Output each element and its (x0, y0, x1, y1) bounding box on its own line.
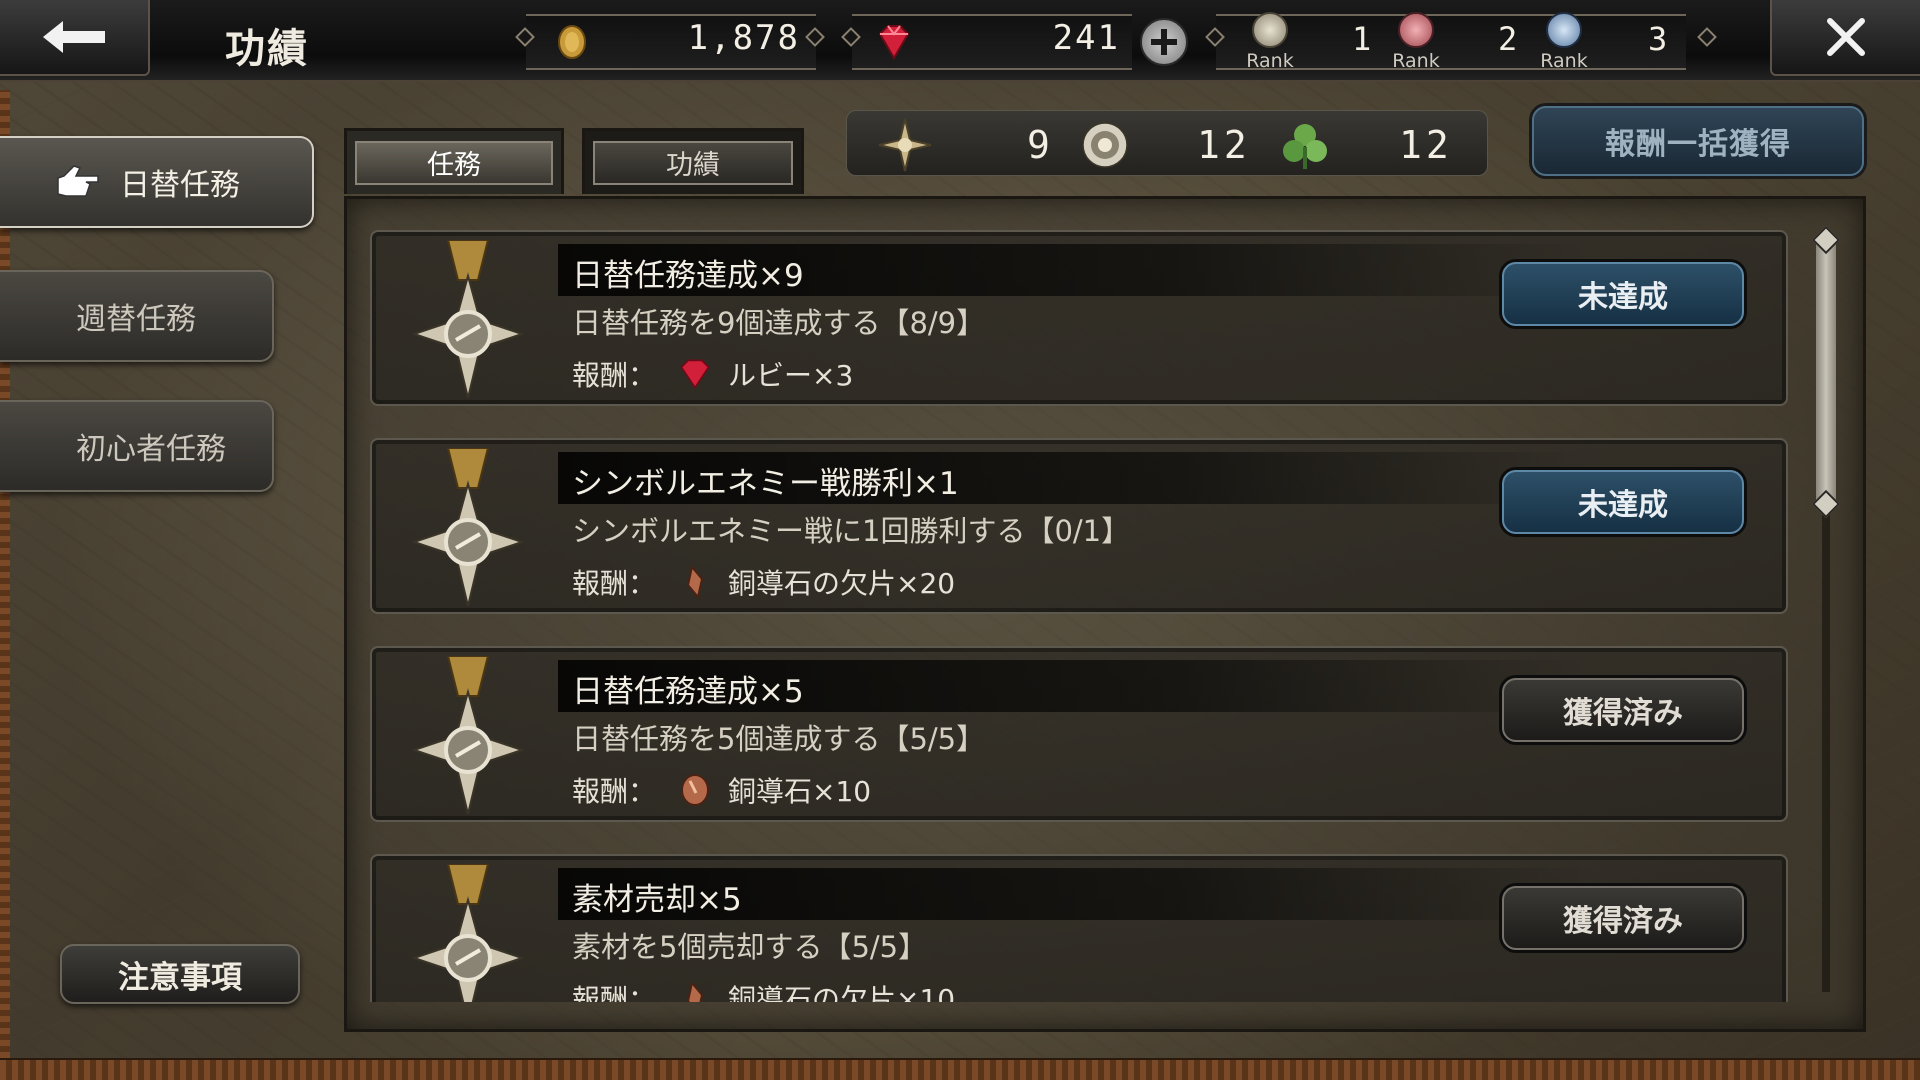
mission-description: シンボルエネミー戦に1回勝利する【0/1】 (572, 514, 1131, 548)
status-button[interactable]: 獲得済み (1502, 886, 1744, 950)
scrollbar-thumb[interactable] (1816, 240, 1836, 510)
reward-text: 銅導石の欠片×20 (728, 567, 956, 600)
tab-achievements[interactable]: 功績 (582, 128, 804, 194)
gold-value: 1,878 (687, 18, 800, 58)
status-button[interactable]: 獲得済み (1502, 678, 1744, 742)
status-button[interactable]: 未達成 (1502, 470, 1744, 534)
plus-icon (1151, 29, 1177, 55)
sidebar-item-label: 日替任務 (120, 168, 240, 203)
mission-title: 日替任務達成×9 (572, 258, 804, 294)
medal-icon (412, 656, 524, 815)
ruby-value: 241 (1052, 18, 1120, 58)
reward-text: 銅導石×10 (728, 775, 872, 808)
medal-icon (412, 448, 524, 607)
copper-stone-icon (681, 774, 710, 806)
close-icon (1827, 18, 1865, 56)
tab-label: 功績 (666, 150, 720, 181)
material-value: 12 (1399, 123, 1453, 167)
rank2-icon: Rank (1388, 12, 1444, 72)
mission-row: 日替任務達成×5 日替任務を5個達成する【5/5】 報酬： 銅導石×10 獲得済… (370, 646, 1788, 822)
sidebar-item-label: 週替任務 (76, 302, 196, 337)
status-button[interactable]: 未達成 (1502, 262, 1744, 326)
notes-button[interactable]: 注意事項 (60, 944, 300, 1004)
mission-description: 素材を5個売却する【5/5】 (572, 930, 928, 964)
ruby-icon (680, 359, 710, 390)
clover-icon (1283, 124, 1327, 169)
mission-row: 素材売却×5 素材を5個売却する【5/5】 報酬： 銅導石の欠片×10 獲得済み (370, 854, 1788, 1002)
sun-medal-icon (1082, 122, 1128, 168)
reward-text: ルビー×3 (728, 359, 854, 392)
materials-bar: 9 12 12 (846, 110, 1488, 176)
reward-label: 報酬： (572, 775, 657, 808)
material-value: 12 (1197, 123, 1251, 167)
mission-reward: 報酬： 銅導石×10 (572, 770, 871, 810)
rank1-value: 1 (1352, 20, 1372, 58)
tab-label: 任務 (427, 150, 481, 181)
medal-icon (412, 864, 524, 1002)
back-arrow-icon (43, 21, 105, 53)
medal-icon (412, 240, 524, 399)
rank3-value: 3 (1648, 20, 1668, 58)
mission-title: 日替任務達成×5 (572, 674, 804, 710)
mission-row: シンボルエネミー戦勝利×1 シンボルエネミー戦に1回勝利する【0/1】 報酬： … (370, 438, 1788, 614)
reward-label: 報酬： (572, 359, 657, 392)
material-value: 9 (1027, 123, 1054, 167)
reward-label: 報酬： (572, 983, 657, 1002)
mission-reward: 報酬： 銅導石の欠片×20 (572, 562, 955, 602)
ruby-icon (878, 25, 910, 60)
top-bar: 功績 1,878 241 Rank 1 Rank 2 Rank 3 (0, 0, 1920, 82)
mission-description: 日替任務を9個達成する【8/9】 (572, 306, 986, 340)
tab-missions[interactable]: 任務 (344, 128, 564, 194)
pointing-hand-icon (57, 165, 99, 197)
copper-shard-icon (686, 981, 704, 1002)
mission-description: 日替任務を5個達成する【5/5】 (572, 722, 986, 756)
claim-all-button[interactable]: 報酬一括獲得 (1532, 106, 1864, 176)
sidebar-item-label: 初心者任務 (76, 432, 226, 467)
mission-title: シンボルエネミー戦勝利×1 (572, 466, 959, 502)
reward-text: 銅導石の欠片×10 (728, 983, 956, 1002)
compass-star-icon (878, 118, 932, 172)
sidebar-item-daily[interactable]: 日替任務 (0, 136, 314, 228)
sidebar-item-beginner[interactable]: 初心者任務 (0, 400, 274, 492)
sidebar-item-weekly[interactable]: 週替任務 (0, 270, 274, 362)
add-ruby-button[interactable] (1140, 18, 1188, 66)
rank2-value: 2 (1498, 20, 1518, 58)
gold-coin-icon (558, 25, 586, 59)
reward-label: 報酬： (572, 567, 657, 600)
mission-title: 素材売却×5 (572, 882, 742, 918)
mission-reward: 報酬： ルビー×3 (572, 354, 853, 394)
mission-list: 日替任務達成×9 日替任務を9個達成する【8/9】 報酬： ルビー×3 未達成 … (370, 226, 1790, 1002)
rank3-icon: Rank (1536, 12, 1592, 72)
page-title: 功績 (225, 26, 309, 72)
mission-row: 日替任務達成×9 日替任務を9個達成する【8/9】 報酬： ルビー×3 未達成 (370, 230, 1788, 406)
frame-cap-icon (1697, 27, 1717, 47)
back-button[interactable] (0, 0, 150, 76)
copper-shard-icon (686, 565, 704, 599)
close-button[interactable] (1770, 0, 1920, 76)
frame-left-edge (0, 90, 10, 1058)
frame-bottom-edge (0, 1058, 1920, 1080)
rank1-icon: Rank (1242, 12, 1298, 72)
mission-reward: 報酬： 銅導石の欠片×10 (572, 978, 955, 1002)
